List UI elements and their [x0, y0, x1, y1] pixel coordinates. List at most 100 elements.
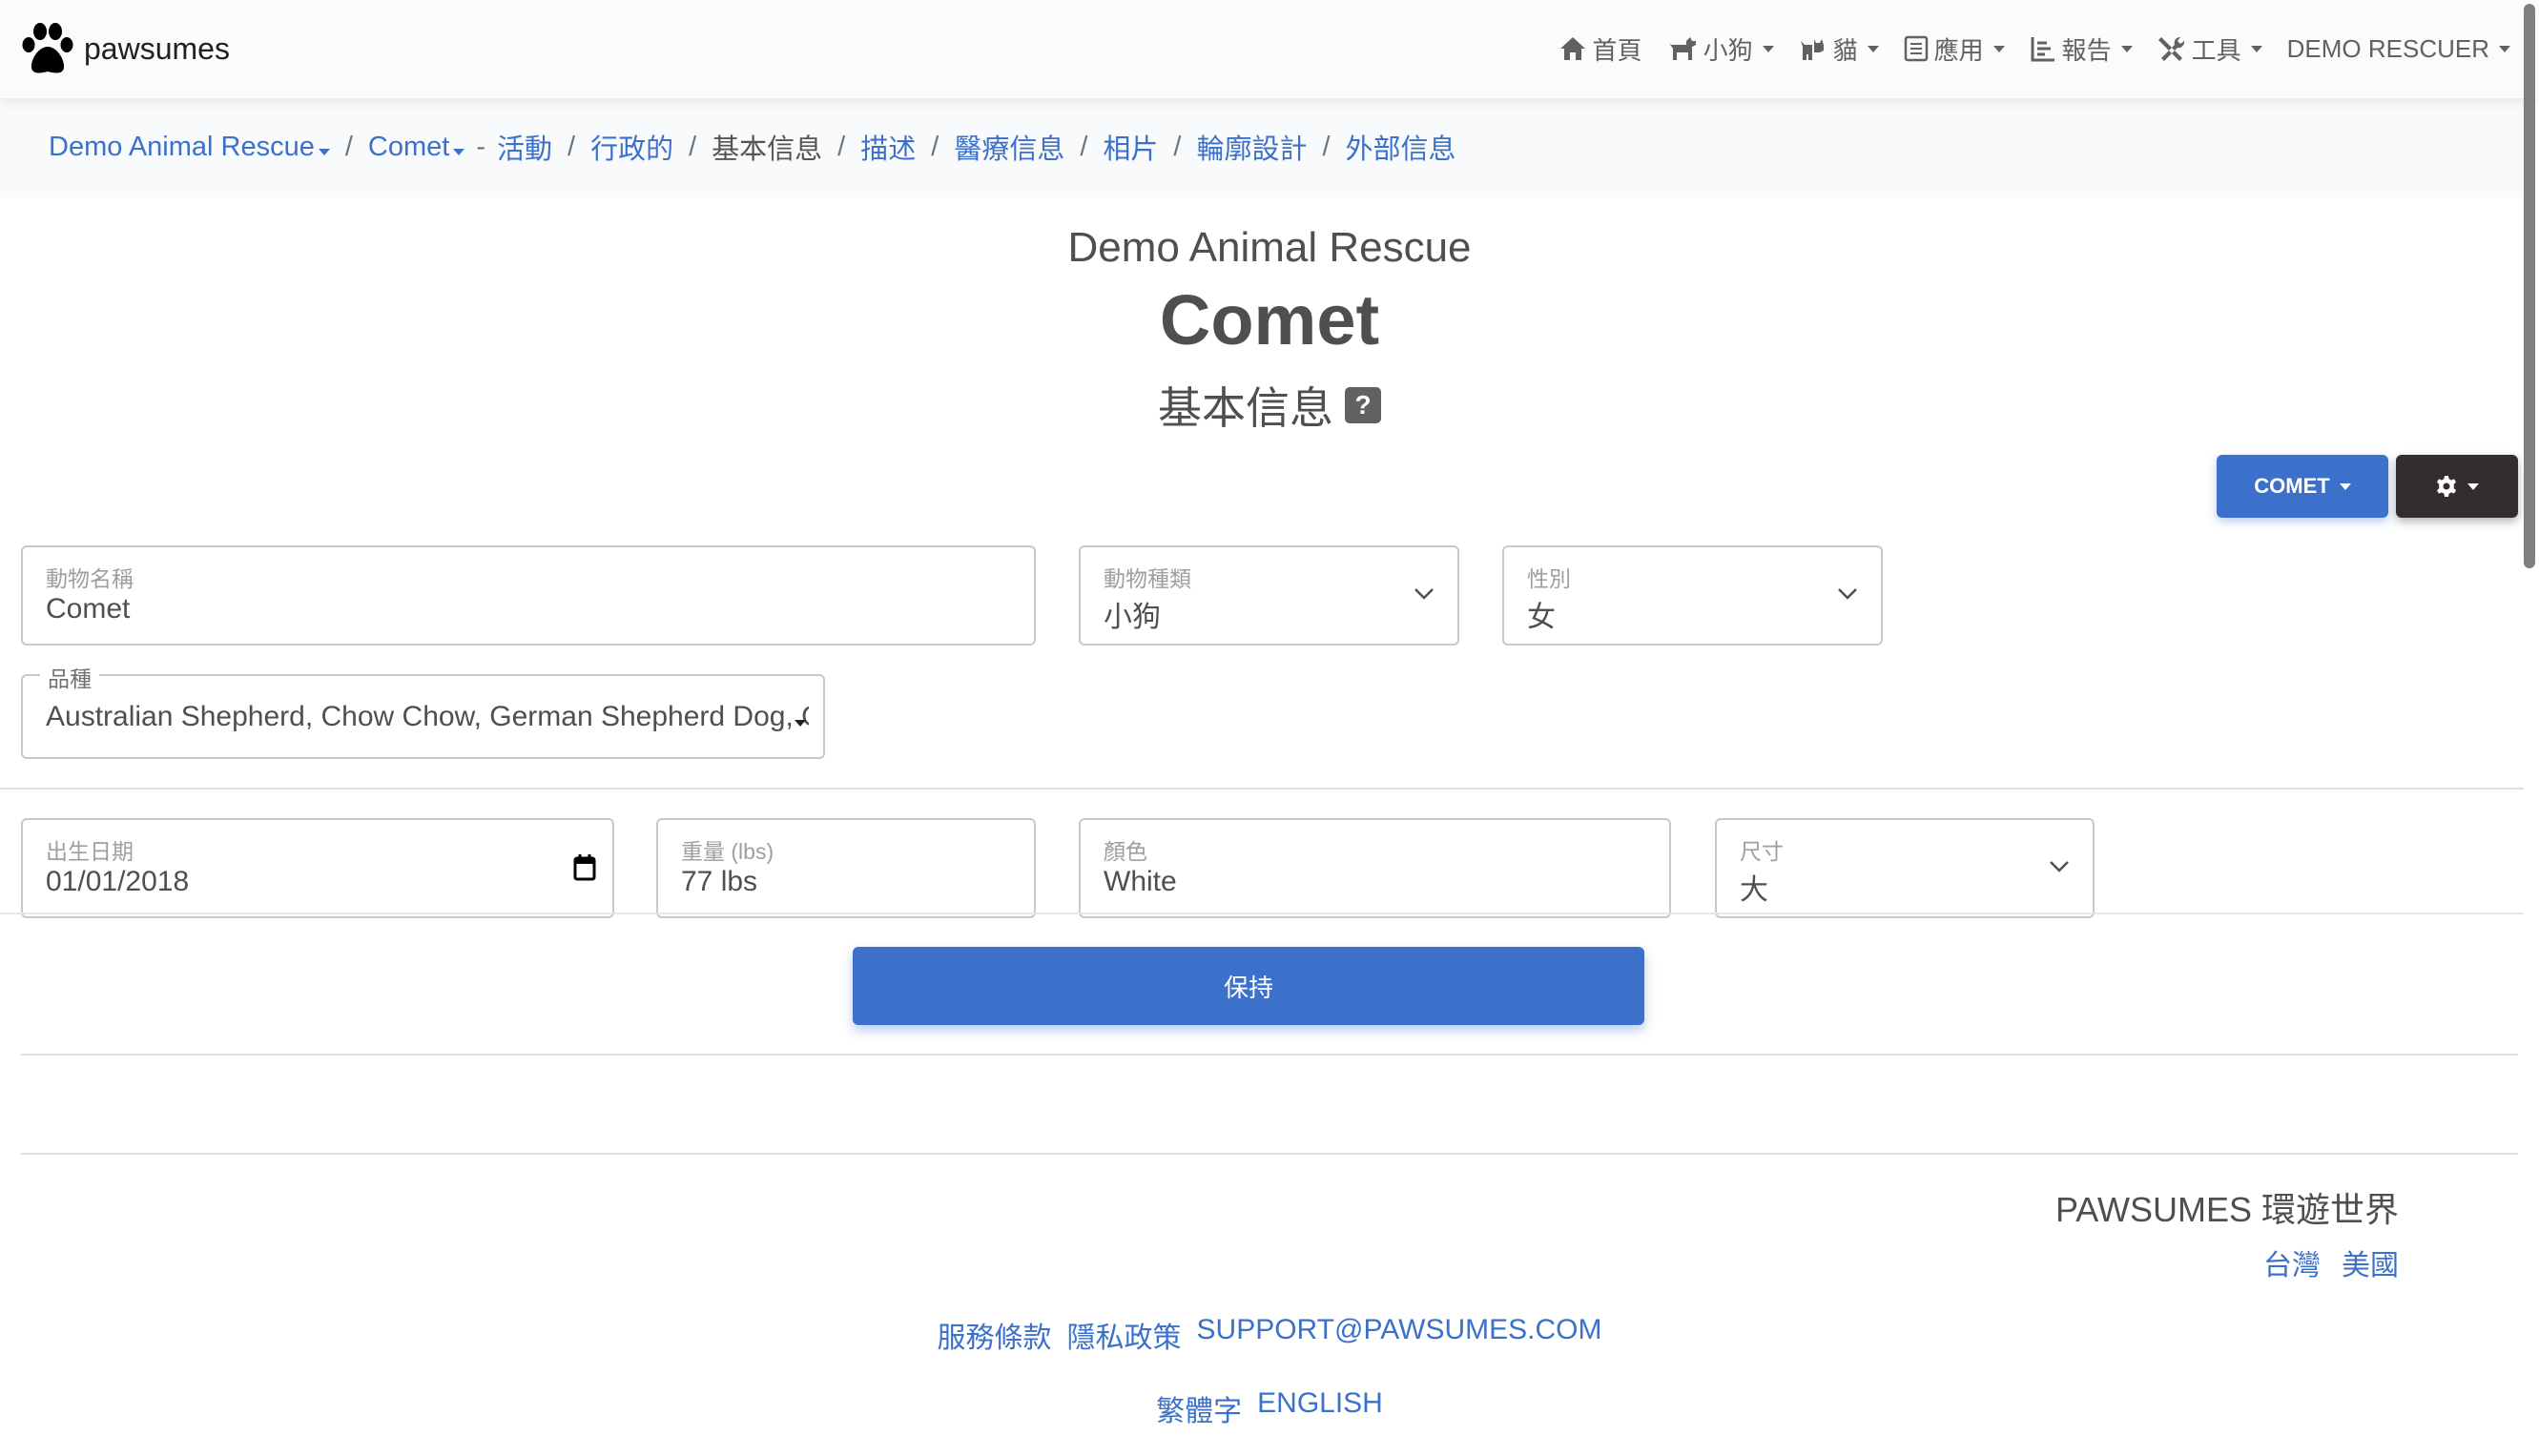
- breadcrumb-basic-info: 基本信息: [712, 134, 823, 165]
- nav-reports[interactable]: 報告: [2030, 31, 2133, 67]
- animal-name-label: 動物名稱: [46, 566, 134, 591]
- animal-type-select[interactable]: 動物種類 小狗: [1079, 545, 1459, 646]
- breed-value: Australian Shepherd, Chow Chow, German S…: [46, 701, 809, 732]
- nav-reports-label: 報告: [2061, 35, 2112, 65]
- org-heading: Demo Animal Rescue: [1067, 224, 1472, 271]
- nav-user-menu[interactable]: DEMO RESCUER: [2287, 34, 2510, 64]
- weight-value[interactable]: 77 lbs: [681, 866, 757, 898]
- nav-dogs[interactable]: 小狗: [1667, 31, 1774, 67]
- chevron-down-icon: [1838, 588, 1857, 600]
- breadcrumb: Demo Animal Rescue / Comet - 活動 / 行政的 / …: [49, 127, 1456, 167]
- size-value: 大: [1740, 874, 1768, 906]
- paw-icon: [22, 23, 73, 73]
- brand-name: pawsumes: [84, 31, 230, 66]
- breadcrumb-animal[interactable]: Comet: [368, 132, 465, 163]
- caret-down-icon: [1992, 45, 2005, 52]
- breadcrumb-photos[interactable]: 相片: [1103, 127, 1158, 167]
- breadcrumb-separator: /: [1080, 131, 1088, 162]
- breadcrumb-separator: /: [1322, 131, 1331, 162]
- breadcrumb-separator: /: [1173, 131, 1182, 162]
- nav-tools[interactable]: 工具: [2157, 31, 2262, 67]
- nav-dogs-label: 小狗: [1703, 35, 1753, 65]
- nav-home[interactable]: 首頁: [1558, 31, 1642, 67]
- support-email-link[interactable]: SUPPORT@PAWSUMES.COM: [1197, 1314, 1602, 1356]
- section-title: 基本信息: [1158, 383, 1333, 433]
- main-nav: 首頁 小狗 貓 應用 報告 工具 DEMO RESCUER: [1558, 29, 2510, 69]
- clipboard-icon: [1904, 35, 1928, 62]
- size-label: 尺寸: [1740, 839, 1784, 864]
- weight-field[interactable]: 重量 (lbs) 77 lbs: [656, 818, 1036, 918]
- terms-link[interactable]: 服務條款: [938, 1314, 1052, 1356]
- breadcrumb-description[interactable]: 描述: [860, 127, 916, 167]
- breadcrumb-admin[interactable]: 行政的: [590, 127, 673, 167]
- country-usa-link[interactable]: 美國: [2342, 1241, 2399, 1283]
- chart-icon: [2031, 37, 2054, 62]
- brand-link[interactable]: pawsumes: [19, 19, 230, 78]
- size-select[interactable]: 尺寸 大: [1715, 818, 2095, 918]
- weight-label: 重量 (lbs): [681, 839, 774, 864]
- breadcrumb-separator: /: [344, 131, 353, 162]
- sex-select[interactable]: 性別 女: [1502, 545, 1883, 646]
- chevron-down-icon: [1414, 588, 1434, 600]
- caret-down-icon: [2120, 45, 2133, 52]
- nav-user-label: DEMO RESCUER: [2286, 33, 2489, 63]
- nav-applications-label: 應用: [1933, 35, 1984, 65]
- breadcrumb-separator: /: [837, 131, 846, 162]
- breadcrumb-profile-design[interactable]: 輪廓設計: [1196, 127, 1307, 167]
- birth-date-label: 出生日期: [46, 839, 134, 864]
- help-icon[interactable]: ?: [1345, 387, 1381, 423]
- color-field[interactable]: 顏色 White: [1079, 818, 1671, 918]
- lang-english-link[interactable]: ENGLISH: [1257, 1387, 1383, 1429]
- color-value[interactable]: White: [1104, 866, 1177, 898]
- birth-date-value[interactable]: 01/01/2018: [46, 866, 189, 898]
- footer-divider: [21, 1153, 2518, 1155]
- nav-cats-label: 貓: [1832, 35, 1858, 65]
- footer-title: PAWSUMES 環遊世界: [2054, 1190, 2399, 1229]
- divider: [0, 788, 2524, 790]
- footer-countries: 台灣 美國: [2263, 1241, 2399, 1283]
- settings-menu-button[interactable]: [2396, 455, 2518, 518]
- dog-icon: [1668, 37, 1696, 60]
- divider: [21, 1054, 2518, 1056]
- breadcrumb-dash: -: [476, 131, 485, 162]
- breadcrumb-org[interactable]: Demo Animal Rescue: [49, 132, 330, 163]
- nav-tools-label: 工具: [2191, 35, 2241, 65]
- top-navbar: pawsumes 首頁 小狗 貓 應用 報告 工具 DEMO RESCUER: [0, 0, 2539, 98]
- breed-select[interactable]: 品種 Australian Shepherd, Chow Chow, Germa…: [21, 661, 825, 759]
- caret-down-icon: [2467, 482, 2479, 490]
- color-label: 顏色: [1104, 839, 1147, 864]
- breadcrumb-separator: /: [689, 131, 697, 162]
- breadcrumb-separator: /: [568, 131, 576, 162]
- caret-down-icon: [1762, 45, 1774, 52]
- lang-traditional-chinese-link[interactable]: 繁體字: [1156, 1387, 1242, 1429]
- section-heading: 基本信息 ?: [0, 374, 2539, 437]
- caret-down-icon: [453, 148, 465, 155]
- sex-value: 女: [1527, 602, 1556, 633]
- animal-menu-label: COMET: [2254, 474, 2330, 498]
- country-taiwan-link[interactable]: 台灣: [2263, 1241, 2321, 1283]
- row-underline: [0, 913, 2524, 914]
- animal-name-field[interactable]: 動物名稱 Comet: [21, 545, 1036, 646]
- animal-type-value: 小狗: [1104, 602, 1161, 633]
- animal-menu-button[interactable]: COMET: [2217, 455, 2388, 518]
- nav-home-label: 首頁: [1592, 35, 1642, 65]
- footer-languages: 繁體字 ENGLISH: [0, 1387, 2539, 1429]
- caret-down-icon: [2250, 45, 2262, 52]
- caret-down-icon: [2339, 482, 2351, 490]
- sex-label: 性別: [1527, 566, 1571, 591]
- save-button[interactable]: 保持: [853, 947, 1644, 1025]
- nav-applications[interactable]: 應用: [1904, 31, 2005, 67]
- chevron-down-icon: [2050, 861, 2069, 872]
- vertical-scrollbar[interactable]: [2524, 4, 2535, 568]
- birth-date-field[interactable]: 出生日期 01/01/2018: [21, 818, 614, 918]
- animal-name-value[interactable]: Comet: [46, 593, 130, 625]
- caret-down-icon: [795, 720, 806, 727]
- breadcrumb-activity[interactable]: 活動: [497, 127, 552, 167]
- breadcrumb-medical[interactable]: 醫療信息: [954, 127, 1064, 167]
- privacy-link[interactable]: 隱私政策: [1067, 1314, 1182, 1356]
- calendar-icon[interactable]: [572, 852, 597, 881]
- breadcrumb-separator: /: [931, 131, 939, 162]
- nav-cats[interactable]: 貓: [1799, 31, 1879, 67]
- tools-icon: [2157, 36, 2184, 61]
- breadcrumb-external[interactable]: 外部信息: [1346, 127, 1456, 167]
